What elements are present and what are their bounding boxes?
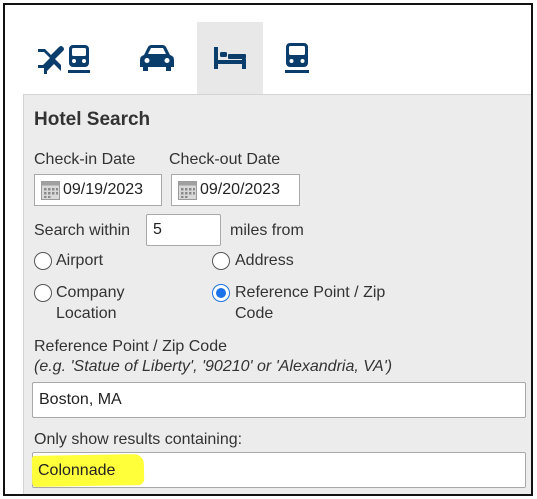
results-filter-value: Colonnade	[38, 462, 116, 479]
checkout-date-value: 09/20/2023	[200, 181, 281, 198]
reference-point-input[interactable]	[32, 382, 526, 418]
reference-point-field-label: Reference Point / Zip Code	[34, 338, 227, 355]
calendar-icon	[41, 180, 60, 200]
company-location-radio[interactable]	[34, 284, 52, 302]
reference-point-label-line1: Reference Point / Zip	[235, 284, 386, 301]
search-radius-input[interactable]	[146, 214, 221, 246]
tab-flight-train[interactable]	[23, 22, 107, 94]
car-icon	[140, 45, 174, 71]
address-radio[interactable]	[212, 252, 230, 270]
checkin-label: Check-in Date	[34, 151, 136, 168]
reference-point-label-line2: Code	[235, 305, 274, 322]
hotel-bed-icon	[214, 47, 246, 69]
tab-hotel[interactable]	[197, 22, 263, 94]
checkout-label: Check-out Date	[169, 151, 281, 168]
hotel-search-widget: Hotel Search Check-in Date Check-out Dat…	[3, 3, 533, 496]
calendar-icon	[178, 180, 197, 200]
tab-car[interactable]	[115, 22, 199, 94]
tab-train[interactable]	[267, 22, 327, 94]
checkin-date-value: 09/19/2023	[63, 181, 144, 198]
hotel-search-panel: Hotel Search Check-in Date Check-out Dat…	[23, 94, 531, 494]
checkout-date-field[interactable]: 09/20/2023	[171, 174, 300, 206]
train-icon	[285, 43, 309, 73]
travel-type-tabs	[23, 22, 531, 94]
address-radio-label: Address	[235, 252, 294, 269]
company-location-label-line2: Location	[56, 305, 117, 322]
airport-radio[interactable]	[34, 252, 52, 270]
filter-label: Only show results containing:	[34, 431, 243, 448]
checkin-date-field[interactable]: 09/19/2023	[34, 174, 162, 206]
miles-from-label: miles from	[230, 222, 304, 239]
flight-train-icon	[38, 45, 90, 74]
search-within-label: Search within	[34, 222, 131, 239]
company-location-label-line1: Company	[56, 284, 125, 301]
reference-point-hint: (e.g. 'Statue of Liberty', '90210' or 'A…	[34, 358, 393, 375]
airport-radio-label: Airport	[56, 252, 104, 269]
reference-point-radio[interactable]	[212, 284, 230, 302]
page-title: Hotel Search	[34, 109, 151, 130]
